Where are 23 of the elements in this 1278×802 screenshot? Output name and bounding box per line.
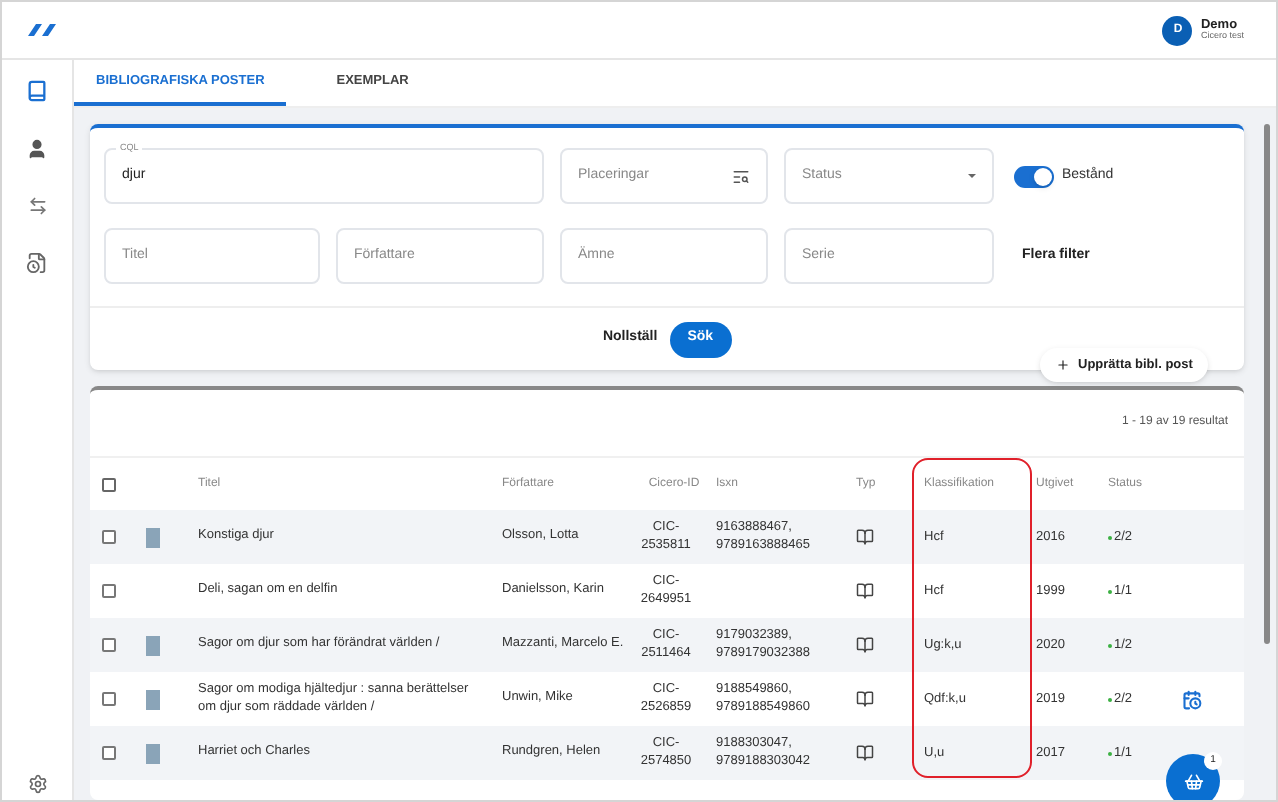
document-clock-icon[interactable] xyxy=(26,252,48,274)
select-all-checkbox[interactable] xyxy=(102,477,116,491)
book-icon xyxy=(856,744,874,762)
row-checkbox[interactable] xyxy=(102,746,116,760)
row-checkbox[interactable] xyxy=(102,530,116,544)
row-checkbox[interactable] xyxy=(102,692,116,706)
logo-icon xyxy=(26,22,58,38)
book-icon xyxy=(856,582,874,600)
calendar-clock-icon[interactable] xyxy=(1182,689,1202,709)
book-icon[interactable] xyxy=(26,80,48,102)
exchange-icon[interactable] xyxy=(27,196,47,216)
list-search-icon[interactable] xyxy=(732,167,750,185)
row-checkbox[interactable] xyxy=(102,638,116,652)
dropdown-caret-icon xyxy=(968,174,976,178)
book-icon xyxy=(856,690,874,708)
book-icon xyxy=(856,528,874,546)
book-icon xyxy=(856,636,874,654)
person-icon[interactable] xyxy=(26,138,48,160)
plus-icon xyxy=(1056,358,1070,372)
settings-icon[interactable] xyxy=(27,774,47,794)
holdings-toggle[interactable] xyxy=(1014,165,1054,187)
basket-icon xyxy=(1183,771,1203,791)
row-checkbox[interactable] xyxy=(102,584,116,598)
